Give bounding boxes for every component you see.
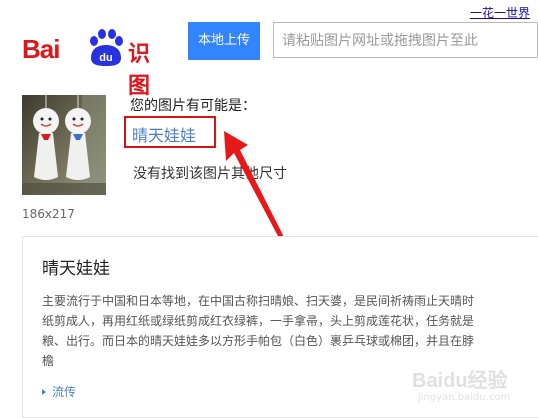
logo-du-text: du [99,52,112,64]
baidu-shitu-logo[interactable]: Bai du 识图 [22,28,172,99]
description-line: 粮、出行。而日本的晴天娃娃多以方形手帕包（白色）裹乒乓球或棉团，并且在脖 [42,334,475,348]
may-be-label: 您的图片有可能是： [130,98,256,114]
info-card-title: 晴天娃娃 [42,259,110,279]
caret-right-icon [42,389,46,395]
watermark-url-text: jingyan.baidu.com [418,392,511,403]
logo-shitu-text: 识图 [128,42,152,99]
logo-bai-text: Bai [22,34,60,64]
baidu-jingyan-watermark: Baidu经验 jingyan.baidu.com [410,364,530,410]
thumbnail-dimensions: 186x217 [22,207,75,221]
spread-label: 流传 [52,385,77,399]
description-line: 主要流行于中国和日本等地，在中国古称扫晴娘、扫天婆，是民间祈祷雨止天晴时 [42,294,475,308]
info-card-description: 主要流行于中国和日本等地，在中国古称扫晴娘、扫天婆，是民间祈祷雨止天晴时 纸剪成… [42,291,538,371]
watermark-main-text: Baidu经验 [412,370,508,392]
teru-teru-bozu-image [22,95,106,195]
image-url-input[interactable]: 请粘贴图片网址或拖拽图片至此 [273,22,538,58]
spread-section-link[interactable]: 流传 [42,383,76,400]
guess-result-link[interactable]: 晴天娃娃 [132,122,196,146]
query-image-thumbnail[interactable] [22,95,106,195]
top-user-link[interactable]: 一花一世界 [470,4,530,21]
local-upload-button[interactable]: 本地上传 [188,22,260,60]
description-line: 纸剪成人，再用红纸或绿纸剪成红衣绿裤，一手拿帚，头上剪成莲花状，任务就是 [42,314,475,328]
baidu-paw-icon: du [90,29,123,66]
